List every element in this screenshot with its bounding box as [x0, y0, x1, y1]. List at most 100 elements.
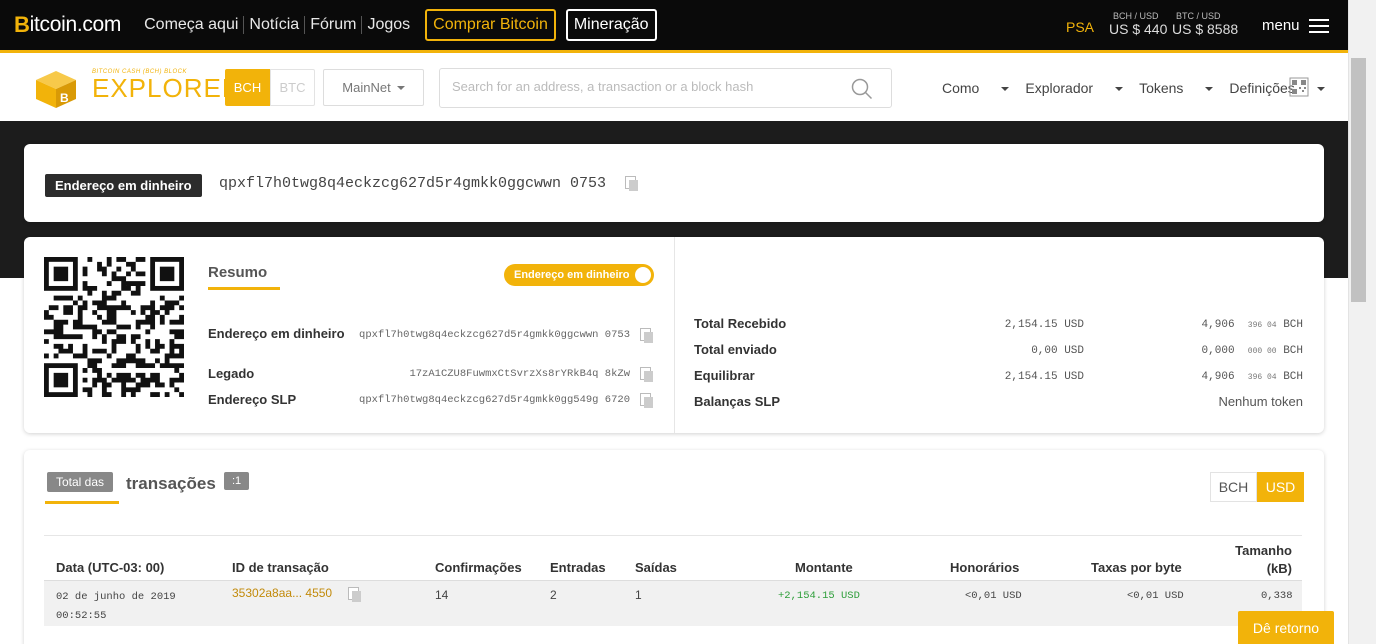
tx-size: 0,338: [1261, 590, 1293, 602]
copy-icon[interactable]: [348, 587, 361, 602]
col-date[interactable]: Data (UTC-03: 00): [56, 560, 164, 575]
tx-date-time: 00:52:55: [56, 610, 107, 622]
nav-explorador-label: Explorador: [1025, 80, 1094, 96]
legacy-address-label: Legado: [208, 366, 255, 381]
summary-card: Resumo Endereço em dinheiro Endereço em …: [24, 237, 1324, 433]
nav-jogos[interactable]: Jogos: [362, 16, 415, 34]
slp-address-label: Endereço SLP: [208, 392, 297, 407]
col-confirmations[interactable]: Confirmações: [435, 560, 522, 575]
qr-code: [44, 257, 184, 397]
tx-outputs: 1: [635, 588, 642, 602]
address-text: qpxfl7h0twg8q4eckzcg627d5r4gmkk0ggcwwn 0…: [219, 175, 607, 192]
scrollbar-thumb[interactable]: [1351, 58, 1366, 302]
psa-link[interactable]: PSA: [1066, 19, 1094, 35]
btc-price-value: US $ 8588: [1172, 21, 1239, 37]
network-dropdown[interactable]: MainNet: [323, 69, 424, 106]
cash-address-label: Endereço em dinheiro: [208, 326, 345, 341]
copy-icon[interactable]: [640, 328, 653, 343]
search-box: [439, 68, 892, 108]
balance-bch: 4,906 396 04 BCH: [1201, 371, 1303, 383]
slp-balances-value: Nenhum token: [1218, 394, 1303, 409]
tx-title: transações: [126, 474, 216, 493]
svg-text:B: B: [60, 91, 69, 105]
summary-title-underline: [208, 287, 280, 290]
chevron-down-icon: [1001, 87, 1010, 92]
tx-fee-rate: <0,01 USD: [1127, 590, 1184, 602]
tx-inputs: 2: [550, 588, 557, 602]
search-input[interactable]: [452, 79, 832, 94]
bitcoin-com-logo[interactable]: Bitcoin.com: [14, 12, 121, 38]
nav-definicoes[interactable]: Definições: [1229, 80, 1325, 96]
btc-price-label: BTC / USD: [1176, 11, 1221, 21]
nav-noticia[interactable]: Notícia: [244, 16, 306, 34]
tx-total-badge: Total das: [47, 472, 114, 492]
logo-title: EXPLORER: [92, 73, 242, 103]
copy-icon[interactable]: [625, 176, 639, 192]
col-outputs[interactable]: Saídas: [635, 560, 677, 575]
chevron-down-icon: [1205, 87, 1214, 92]
page-scrollbar[interactable]: [1348, 0, 1376, 644]
total-received-usd: 2,154.15 USD: [1004, 319, 1084, 331]
nav-tokens-label: Tokens: [1139, 80, 1184, 96]
bch-usd-price: BCH / USD US $ 440: [1109, 11, 1167, 39]
slp-address-value: qpxfl7h0twg8q4eckzcg627d5r4gmkk0gg549g 6…: [359, 394, 630, 406]
qr-scan-icon[interactable]: [1289, 77, 1309, 97]
table-top-border: [44, 535, 1302, 536]
address-format-toggle[interactable]: Endereço em dinheiro: [504, 264, 654, 286]
col-size-line2: (kB): [1266, 561, 1292, 576]
currency-usd-button[interactable]: USD: [1257, 472, 1304, 502]
col-fee-rate[interactable]: Taxas por byte: [1091, 560, 1182, 575]
transactions-card: Total das transações :1 BCH USD Data (UT…: [24, 450, 1324, 644]
chevron-down-icon: [396, 85, 405, 90]
chevron-down-icon: [1115, 87, 1124, 92]
tx-id-link[interactable]: 35302a8aa... 4550: [232, 586, 332, 600]
network-label: MainNet: [342, 80, 391, 95]
col-size-line1: Tamanho: [1235, 543, 1292, 558]
explorer-header: B BITCOIN CASH (BCH) BLOCK EXPLORER BCH …: [0, 53, 1348, 121]
chain-toggle: BCH BTC: [225, 69, 315, 106]
menu-button[interactable]: menu: [1262, 17, 1329, 34]
bch-price-value: US $ 440: [1109, 21, 1168, 37]
nav-tokens[interactable]: Tokens: [1139, 80, 1214, 96]
brand-text: itcoin.com: [29, 13, 122, 36]
buy-bitcoin-button[interactable]: Comprar Bitcoin: [425, 9, 556, 41]
tx-date: 02 de junho de 2019 00:52:55: [56, 588, 176, 626]
btc-chain-button[interactable]: BTC: [270, 69, 315, 106]
col-inputs[interactable]: Entradas: [550, 560, 606, 575]
nav-comeca-aqui[interactable]: Começa aqui: [139, 16, 245, 34]
slp-balances-label: Balanças SLP: [694, 394, 780, 409]
tx-count-badge: :1: [224, 472, 250, 490]
col-txid[interactable]: ID de transação: [232, 560, 329, 575]
tx-title-underline: [45, 501, 119, 504]
nav-como[interactable]: Como: [942, 80, 1010, 96]
cube-logo-icon: B: [36, 71, 76, 108]
menu-label: menu: [1262, 17, 1300, 34]
col-fees[interactable]: Honorários: [950, 560, 1019, 575]
address-value: qpxfl7h0twg8q4eckzcg627d5r4gmkk0ggcwwn 0…: [219, 175, 639, 192]
summary-divider: [674, 237, 675, 433]
explorer-nav: Como Explorador Tokens Definições: [942, 80, 1341, 96]
nav-forum[interactable]: Fórum: [305, 16, 363, 34]
col-size[interactable]: Tamanho (kB): [1232, 542, 1292, 578]
total-sent-usd: 0,00 USD: [1031, 345, 1084, 357]
copy-icon[interactable]: [640, 393, 653, 408]
mining-button[interactable]: Mineração: [565, 9, 657, 41]
nav-explorador[interactable]: Explorador: [1025, 80, 1124, 96]
currency-toggle: BCH USD: [1210, 472, 1304, 502]
summary-title: Resumo: [208, 264, 268, 281]
currency-bch-button[interactable]: BCH: [1210, 472, 1257, 502]
search-icon[interactable]: [851, 78, 873, 100]
tx-confirmations: 14: [435, 588, 449, 602]
feedback-button[interactable]: Dê retorno: [1238, 611, 1334, 644]
address-type-badge: Endereço em dinheiro: [45, 174, 202, 197]
hamburger-icon: [1308, 18, 1329, 33]
tx-date-day: 02 de junho de 2019: [56, 591, 176, 603]
explorer-logo[interactable]: B BITCOIN CASH (BCH) BLOCK EXPLORER: [34, 69, 242, 109]
col-amount[interactable]: Montante: [795, 560, 853, 575]
copy-icon[interactable]: [640, 367, 653, 382]
total-sent-bch: 0,000 000 00 BCH: [1201, 345, 1303, 357]
bch-chain-button[interactable]: BCH: [225, 69, 270, 106]
total-received-label: Total Recebido: [694, 316, 787, 331]
tx-fees: <0,01 USD: [965, 590, 1022, 602]
address-card: Endereço em dinheiro qpxfl7h0twg8q4eckzc…: [24, 144, 1324, 222]
